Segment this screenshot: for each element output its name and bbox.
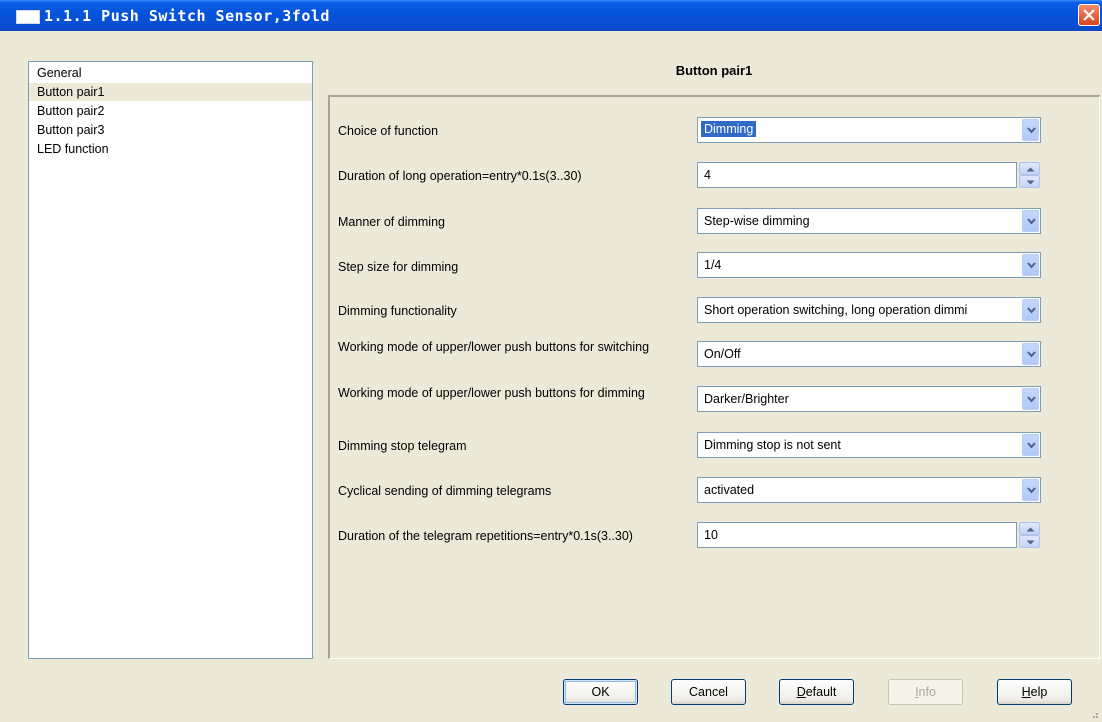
tree-item-button-pair2[interactable]: Button pair2 (29, 102, 312, 120)
tree-item-led-function[interactable]: LED function (29, 140, 312, 158)
arrow-down-icon (1026, 540, 1035, 545)
select-value: Short operation switching, long operatio… (704, 303, 968, 317)
arrow-up-icon (1026, 167, 1035, 172)
spin-up-button[interactable] (1019, 522, 1040, 535)
dropdown-button[interactable] (1022, 254, 1039, 276)
window-title: 1.1.1 Push Switch Sensor,3fold (44, 7, 330, 25)
label-telegram-repetitions: Duration of the telegram repetitions=ent… (338, 529, 633, 543)
tree-item-button-pair1[interactable]: Button pair1 (29, 83, 312, 101)
chevron-down-icon (1027, 442, 1036, 449)
window-icon (16, 10, 40, 24)
working-mode-dimming-select[interactable]: Darker/Brighter (697, 386, 1041, 412)
select-value: Dimming stop is not sent (704, 438, 841, 452)
chevron-down-icon (1027, 127, 1036, 134)
long-operation-spinner[interactable] (1019, 162, 1040, 188)
dropdown-button[interactable] (1022, 388, 1039, 410)
label-long-operation-duration: Duration of long operation=entry*0.1s(3.… (338, 169, 582, 183)
select-value: 1/4 (704, 258, 722, 272)
spin-down-button[interactable] (1019, 535, 1040, 548)
tree-item-button-pair3[interactable]: Button pair3 (29, 121, 312, 139)
step-size-select[interactable]: 1/4 (697, 252, 1041, 278)
label-manner-of-dimming: Manner of dimming (338, 215, 445, 229)
resize-grip-icon[interactable] (1089, 709, 1099, 719)
tree-item-general[interactable]: General (29, 64, 312, 82)
dropdown-button[interactable] (1022, 479, 1039, 501)
spin-up-button[interactable] (1019, 162, 1040, 175)
info-label: nfo (918, 685, 936, 699)
select-value: activated (704, 483, 755, 497)
long-operation-duration-input[interactable]: 4 (697, 162, 1017, 188)
select-value: Step-wise dimming (704, 214, 810, 228)
label-working-mode-dimming: Working mode of upper/lower push buttons… (338, 386, 645, 400)
select-value: On/Off (704, 347, 741, 361)
telegram-repetitions-input[interactable]: 10 (697, 522, 1017, 548)
chevron-down-icon (1027, 487, 1036, 494)
help-button[interactable]: Help (997, 679, 1072, 705)
arrow-down-icon (1026, 180, 1035, 185)
dropdown-button[interactable] (1022, 210, 1039, 232)
close-icon (1083, 9, 1095, 21)
label-working-mode-switching: Working mode of upper/lower push buttons… (338, 340, 650, 354)
select-value: Darker/Brighter (704, 392, 789, 406)
choice-of-function-select[interactable]: Dimming (697, 117, 1041, 143)
dropdown-button[interactable] (1022, 119, 1039, 141)
ok-button[interactable]: OK (563, 679, 638, 705)
arrow-up-icon (1026, 527, 1035, 532)
dimming-stop-telegram-select[interactable]: Dimming stop is not sent (697, 432, 1041, 458)
dimming-functionality-select[interactable]: Short operation switching, long operatio… (697, 297, 1041, 323)
chevron-down-icon (1027, 351, 1036, 358)
label-dimming-functionality: Dimming functionality (338, 304, 457, 318)
telegram-repetitions-spinner[interactable] (1019, 522, 1040, 548)
select-value: Dimming (701, 121, 757, 137)
default-label: efault (805, 685, 837, 699)
spin-down-button[interactable] (1019, 175, 1040, 188)
default-accel: D (796, 685, 806, 699)
chevron-down-icon (1027, 307, 1036, 314)
chevron-down-icon (1027, 218, 1036, 225)
label-cyclical-sending: Cyclical sending of dimming telegrams (338, 484, 552, 498)
cancel-button[interactable]: Cancel (671, 679, 746, 705)
info-button[interactable]: Info (888, 679, 963, 705)
chevron-down-icon (1027, 396, 1036, 403)
parameter-tree[interactable]: General Button pair1 Button pair2 Button… (28, 61, 313, 659)
default-button[interactable]: Default (779, 679, 854, 705)
label-choice-of-function: Choice of function (338, 124, 439, 138)
close-button[interactable] (1078, 4, 1100, 26)
manner-of-dimming-select[interactable]: Step-wise dimming (697, 208, 1041, 234)
help-label: elp (1030, 685, 1048, 699)
input-value: 4 (704, 168, 711, 182)
panel-title: Button pair1 (675, 63, 753, 78)
working-mode-switching-select[interactable]: On/Off (697, 341, 1041, 367)
dropdown-button[interactable] (1022, 299, 1039, 321)
help-accel: H (1021, 685, 1031, 699)
dropdown-button[interactable] (1022, 343, 1039, 365)
title-bar[interactable]: 1.1.1 Push Switch Sensor,3fold (0, 0, 1102, 31)
label-dimming-stop-telegram: Dimming stop telegram (338, 439, 467, 453)
label-step-size: Step size for dimming (338, 260, 459, 274)
chevron-down-icon (1027, 262, 1036, 269)
input-value: 10 (704, 528, 718, 542)
dropdown-button[interactable] (1022, 434, 1039, 456)
cyclical-sending-select[interactable]: activated (697, 477, 1041, 503)
